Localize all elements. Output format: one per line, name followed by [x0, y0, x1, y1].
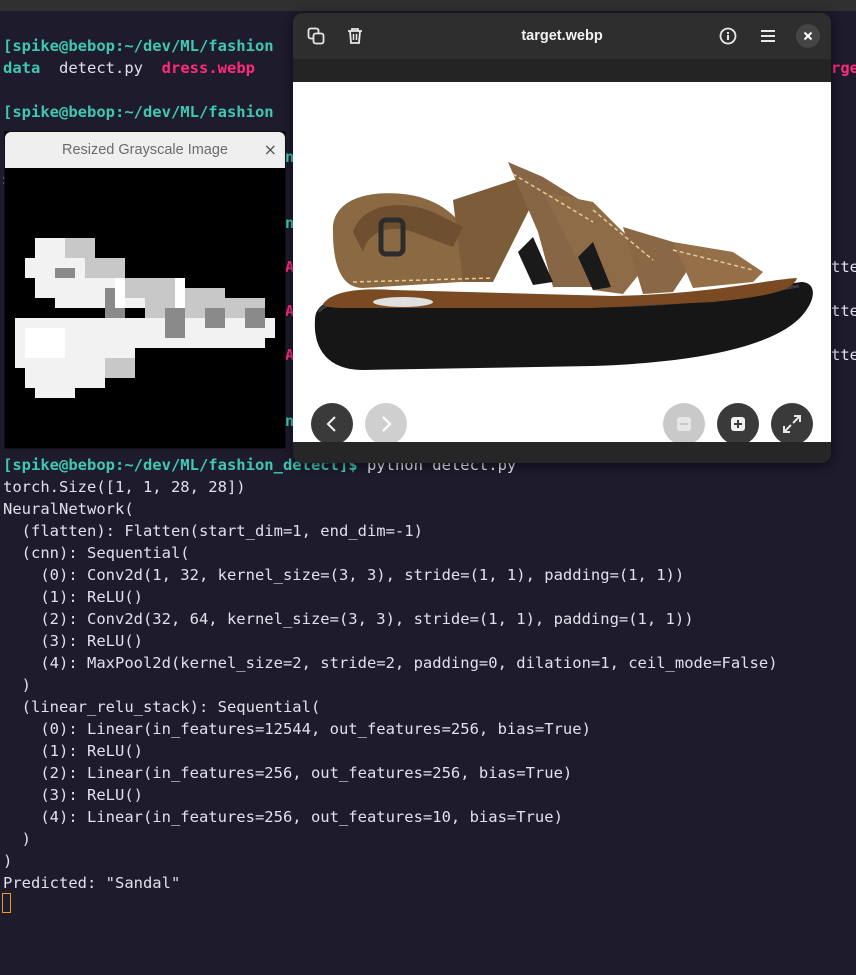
grayscale-window-titlebar[interactable]: Resized Grayscale Image ×	[5, 132, 285, 168]
grayscale-window-close-button[interactable]: ×	[264, 132, 277, 168]
prompt: [spike@bebop:~/dev/ML/fashion	[3, 37, 274, 55]
terminal-cursor	[2, 893, 11, 913]
ls-file: detect.py	[59, 59, 143, 77]
fullscreen-button[interactable]	[771, 403, 813, 445]
image-viewer-window[interactable]: target.webp	[293, 13, 831, 463]
ls-file-highlight: dress.webp	[161, 59, 255, 77]
output-line: (linear_relu_stack): Sequential(	[3, 698, 321, 716]
menu-icon	[761, 30, 775, 42]
output-line: )	[3, 676, 31, 694]
prompt-line: [spike@bebop:~/dev/ML/fashion	[3, 101, 274, 123]
viewer-close-button[interactable]	[796, 24, 820, 48]
viewer-footer	[293, 442, 831, 463]
grayscale-pixels	[5, 168, 285, 448]
ls-output: data detect.py dress.webp	[3, 57, 255, 79]
output-line: (1): ReLU()	[3, 588, 143, 606]
grayscale-window-title: Resized Grayscale Image	[61, 142, 228, 158]
main-menu-button[interactable]	[756, 24, 780, 48]
output-line: NeuralNetwork(	[3, 500, 134, 518]
output-line: (flatten): Flatten(start_dim=1, end_dim=…	[3, 522, 423, 540]
next-image-button[interactable]	[365, 403, 407, 445]
chevron-right-icon	[382, 416, 392, 432]
info-icon	[719, 27, 737, 45]
grayscale-image-window[interactable]: Resized Grayscale Image ×	[5, 132, 285, 448]
prediction-line: Predicted: "Sandal"	[3, 874, 181, 892]
properties-button[interactable]	[716, 24, 740, 48]
fullscreen-icon	[783, 415, 801, 433]
ls-dir: data	[3, 59, 41, 77]
viewer-headerbar[interactable]: target.webp	[293, 13, 831, 59]
grayscale-sandal-image	[5, 168, 285, 448]
output-line: (2): Conv2d(32, 64, kernel_size=(3, 3), …	[3, 610, 694, 628]
close-icon	[796, 24, 820, 48]
sandal-photo	[293, 82, 831, 442]
output-fragment: tte	[831, 346, 856, 364]
ls-file-fragment: rge	[831, 59, 856, 77]
output-line: torch.Size([1, 1, 28, 28])	[3, 478, 246, 496]
output-line: )	[3, 852, 13, 870]
previous-image-button[interactable]	[311, 403, 353, 445]
output-line: (4): MaxPool2d(kernel_size=2, stride=2, …	[3, 654, 778, 672]
output-line: (2): Linear(in_features=256, out_feature…	[3, 764, 573, 782]
sandal-illustration	[293, 82, 831, 442]
viewer-title: target.webp	[521, 28, 603, 44]
output-line: (0): Conv2d(1, 32, kernel_size=(3, 3), s…	[3, 566, 685, 584]
viewer-toolbar-strip	[293, 59, 831, 82]
output-line: (3): ReLU()	[3, 632, 143, 650]
zoom-in-icon	[731, 417, 745, 431]
output-line: (cnn): Sequential(	[3, 544, 190, 562]
output-fragment: tte	[831, 258, 856, 276]
zoom-out-button[interactable]	[663, 403, 705, 445]
output-line: (4): Linear(in_features=256, out_feature…	[3, 808, 563, 826]
zoom-in-button[interactable]	[717, 403, 759, 445]
prompt: [spike@bebop:~/dev/ML/fashion	[3, 103, 274, 121]
output-line: (1): ReLU()	[3, 742, 143, 760]
output-line: (3): ReLU()	[3, 786, 143, 804]
output-fragment: tte	[831, 302, 856, 320]
chevron-left-icon	[326, 416, 336, 432]
prompt-line: [spike@bebop:~/dev/ML/fashion	[3, 35, 274, 57]
zoom-out-icon	[677, 417, 691, 431]
output-line: )	[3, 830, 31, 848]
output-line: (0): Linear(in_features=12544, out_featu…	[3, 720, 591, 738]
